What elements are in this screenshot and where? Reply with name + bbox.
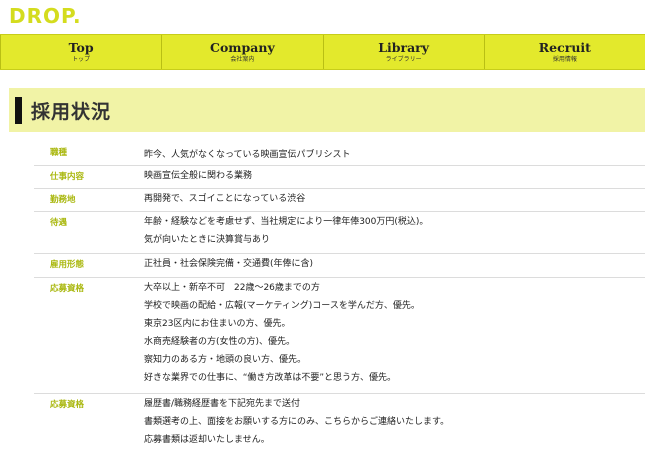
row-value: 東京23区内にお住まいの方、優先。 <box>144 319 291 329</box>
table-row: 職種 昨今、人気がなくなっている映画宣伝パブリシスト <box>34 143 645 166</box>
nav-item-sublabel: 採用情報 <box>552 55 577 63</box>
row-label: 応募資格 <box>50 284 85 294</box>
brand-logo[interactable]: DROP. <box>9 4 82 28</box>
heading-marker <box>15 96 22 124</box>
nav-item-library[interactable]: Library ライブラリー <box>324 35 485 69</box>
nav-item-label: Company <box>210 39 275 55</box>
row-value: 察知力のある方・地頭の良い方、優先。 <box>144 355 307 365</box>
nav-item-recruit[interactable]: Recruit 採用情報 <box>485 35 645 69</box>
row-label: 勤務地 <box>50 195 76 205</box>
nav-item-label: Top <box>68 39 94 55</box>
row-value: 応募書類は返却いたしません。 <box>144 435 270 445</box>
row-label: 雇用形態 <box>50 260 85 270</box>
table-row: 勤務地 再開発で、スゴイことになっている渋谷 <box>34 189 645 212</box>
row-values: 昨今、人気がなくなっている映画宣伝パブリシスト <box>114 143 645 165</box>
row-value: 年齢・経験などを考慮せず、当社規定により一律年俸300万円(税込)。 <box>144 217 429 227</box>
table-row: 雇用形態 正社員・社会保険完備・交通費(年俸に含) <box>34 254 645 278</box>
table-row: 待遇 年齢・経験などを考慮せず、当社規定により一律年俸300万円(税込)。 気が… <box>34 212 645 254</box>
row-values: 正社員・社会保険完備・交通費(年俸に含) <box>114 254 645 277</box>
row-value: 書類選考の上、面接をお願いする方にのみ、こちらからご連絡いたします。 <box>144 417 450 427</box>
row-value: 再開発で、スゴイことになっている渋谷 <box>144 194 306 204</box>
nav-item-label: Library <box>378 39 430 55</box>
table-row: 応募資格 大卒以上・新卒不可 22歳〜26歳までの方 学校で映画の配給・広報(マ… <box>34 278 645 394</box>
row-values: 映画宣伝全般に関わる業務 <box>114 166 645 188</box>
row-value: 昨今、人気がなくなっている映画宣伝パブリシスト <box>144 150 351 160</box>
nav-item-top[interactable]: Top トップ <box>0 35 163 69</box>
row-label: 仕事内容 <box>50 172 85 182</box>
row-value: 学校で映画の配給・広報(マーケティング)コースを学んだ方、優先。 <box>144 301 420 311</box>
nav-item-sublabel: ライブラリー <box>385 55 422 63</box>
row-value: 正社員・社会保険完備・交通費(年俸に含) <box>144 259 314 269</box>
row-values: 年齢・経験などを考慮せず、当社規定により一律年俸300万円(税込)。 気が向いた… <box>114 212 645 253</box>
table-row: 仕事内容 映画宣伝全般に関わる業務 <box>34 166 645 189</box>
row-value: 気が向いたときに決算賞与あり <box>144 235 271 245</box>
page-title: 採用状況 <box>31 100 112 123</box>
section-heading: 採用状況 <box>9 88 645 132</box>
nav-item-sublabel: 会社案内 <box>230 55 255 63</box>
row-value: 水商売経験者の方(女性の方)、優先。 <box>144 337 296 347</box>
recruit-info-table: 職種 昨今、人気がなくなっている映画宣伝パブリシスト 仕事内容 映画宣伝全般に関… <box>34 143 645 454</box>
row-values: 再開発で、スゴイことになっている渋谷 <box>114 189 645 211</box>
row-label: 職種 <box>50 148 68 158</box>
row-label: 待遇 <box>50 218 68 228</box>
nav-item-sublabel: トップ <box>72 55 91 63</box>
main-navigation: Top トップ Company 会社案内 Library ライブラリー Recr… <box>0 34 645 70</box>
row-value: 履歴書/職務経歴書を下記宛先まで送付 <box>144 399 301 409</box>
row-value: 好きな業界での仕事に、“働き方改革は不要”と思う方、優先。 <box>144 373 397 383</box>
nav-item-company[interactable]: Company 会社案内 <box>162 35 324 69</box>
row-values: 履歴書/職務経歴書を下記宛先まで送付 書類選考の上、面接をお願いする方にのみ、こ… <box>114 394 645 454</box>
row-value: 大卒以上・新卒不可 22歳〜26歳までの方 <box>144 283 320 293</box>
nav-item-label: Recruit <box>538 39 591 55</box>
row-value: 映画宣伝全般に関わる業務 <box>144 171 253 181</box>
row-values: 大卒以上・新卒不可 22歳〜26歳までの方 学校で映画の配給・広報(マーケティン… <box>114 278 645 393</box>
row-label: 応募資格 <box>50 400 85 410</box>
table-row: 応募資格 履歴書/職務経歴書を下記宛先まで送付 書類選考の上、面接をお願いする方… <box>34 394 645 454</box>
